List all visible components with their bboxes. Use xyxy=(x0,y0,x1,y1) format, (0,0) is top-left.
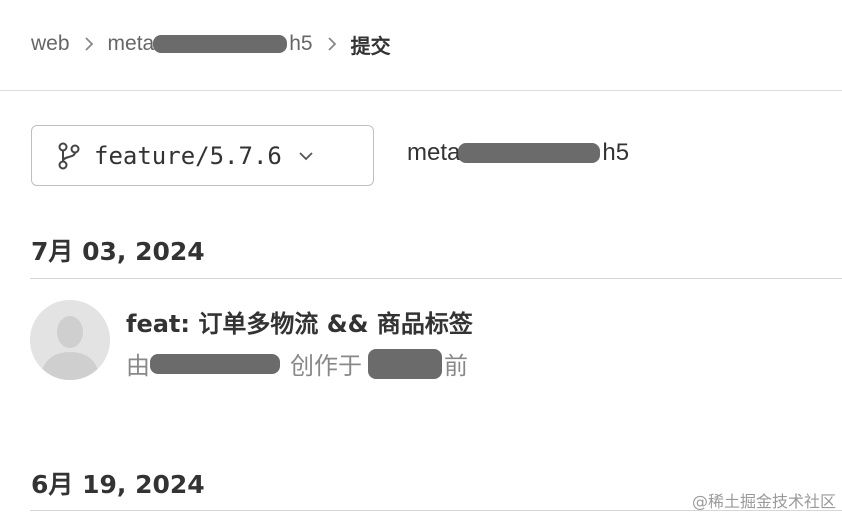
commit-item: feat: 订单多物流 && 商品标签 由 创作于 前 xyxy=(30,298,830,382)
breadcrumb-current: 提交 xyxy=(350,33,391,58)
date-divider xyxy=(30,278,842,279)
redacted-block xyxy=(153,35,288,53)
commit-meta: 由 创作于 前 xyxy=(126,346,468,381)
breadcrumb-web[interactable]: web xyxy=(31,32,70,56)
page: web meta- h5 提交 feature/5.7.6 meta- h5 7… xyxy=(0,0,842,518)
branch-dropdown[interactable]: feature/5.7.6 xyxy=(31,125,374,186)
redacted-block xyxy=(368,348,442,379)
watermark: @稀土掘金技术社区 xyxy=(691,492,836,511)
date-heading: 6月 19, 2024 xyxy=(31,470,205,499)
breadcrumb-repo[interactable]: meta- h5 xyxy=(108,32,313,56)
avatar[interactable] xyxy=(30,300,110,380)
redacted-block xyxy=(458,143,601,163)
repo-name-suffix: h5 xyxy=(602,139,630,166)
breadcrumb-repo-suffix: h5 xyxy=(289,32,313,55)
date-heading: 7月 03, 2024 xyxy=(31,237,205,266)
git-branch-icon xyxy=(56,141,82,171)
chevron-right-icon xyxy=(84,37,94,51)
repo-name: meta- h5 xyxy=(407,139,629,167)
breadcrumb: web meta- h5 提交 xyxy=(31,28,391,60)
chevron-down-icon xyxy=(298,151,314,161)
commit-by-label: 由 xyxy=(126,352,150,380)
header-divider xyxy=(0,90,842,91)
branch-name: feature/5.7.6 xyxy=(94,141,282,170)
commit-title-link[interactable]: feat: 订单多物流 && 商品标签 xyxy=(126,304,473,339)
chevron-right-icon xyxy=(327,37,337,51)
commit-created-label: 创作于 xyxy=(290,352,362,380)
commit-ago-label: 前 xyxy=(444,352,468,380)
redacted-block xyxy=(150,353,280,374)
